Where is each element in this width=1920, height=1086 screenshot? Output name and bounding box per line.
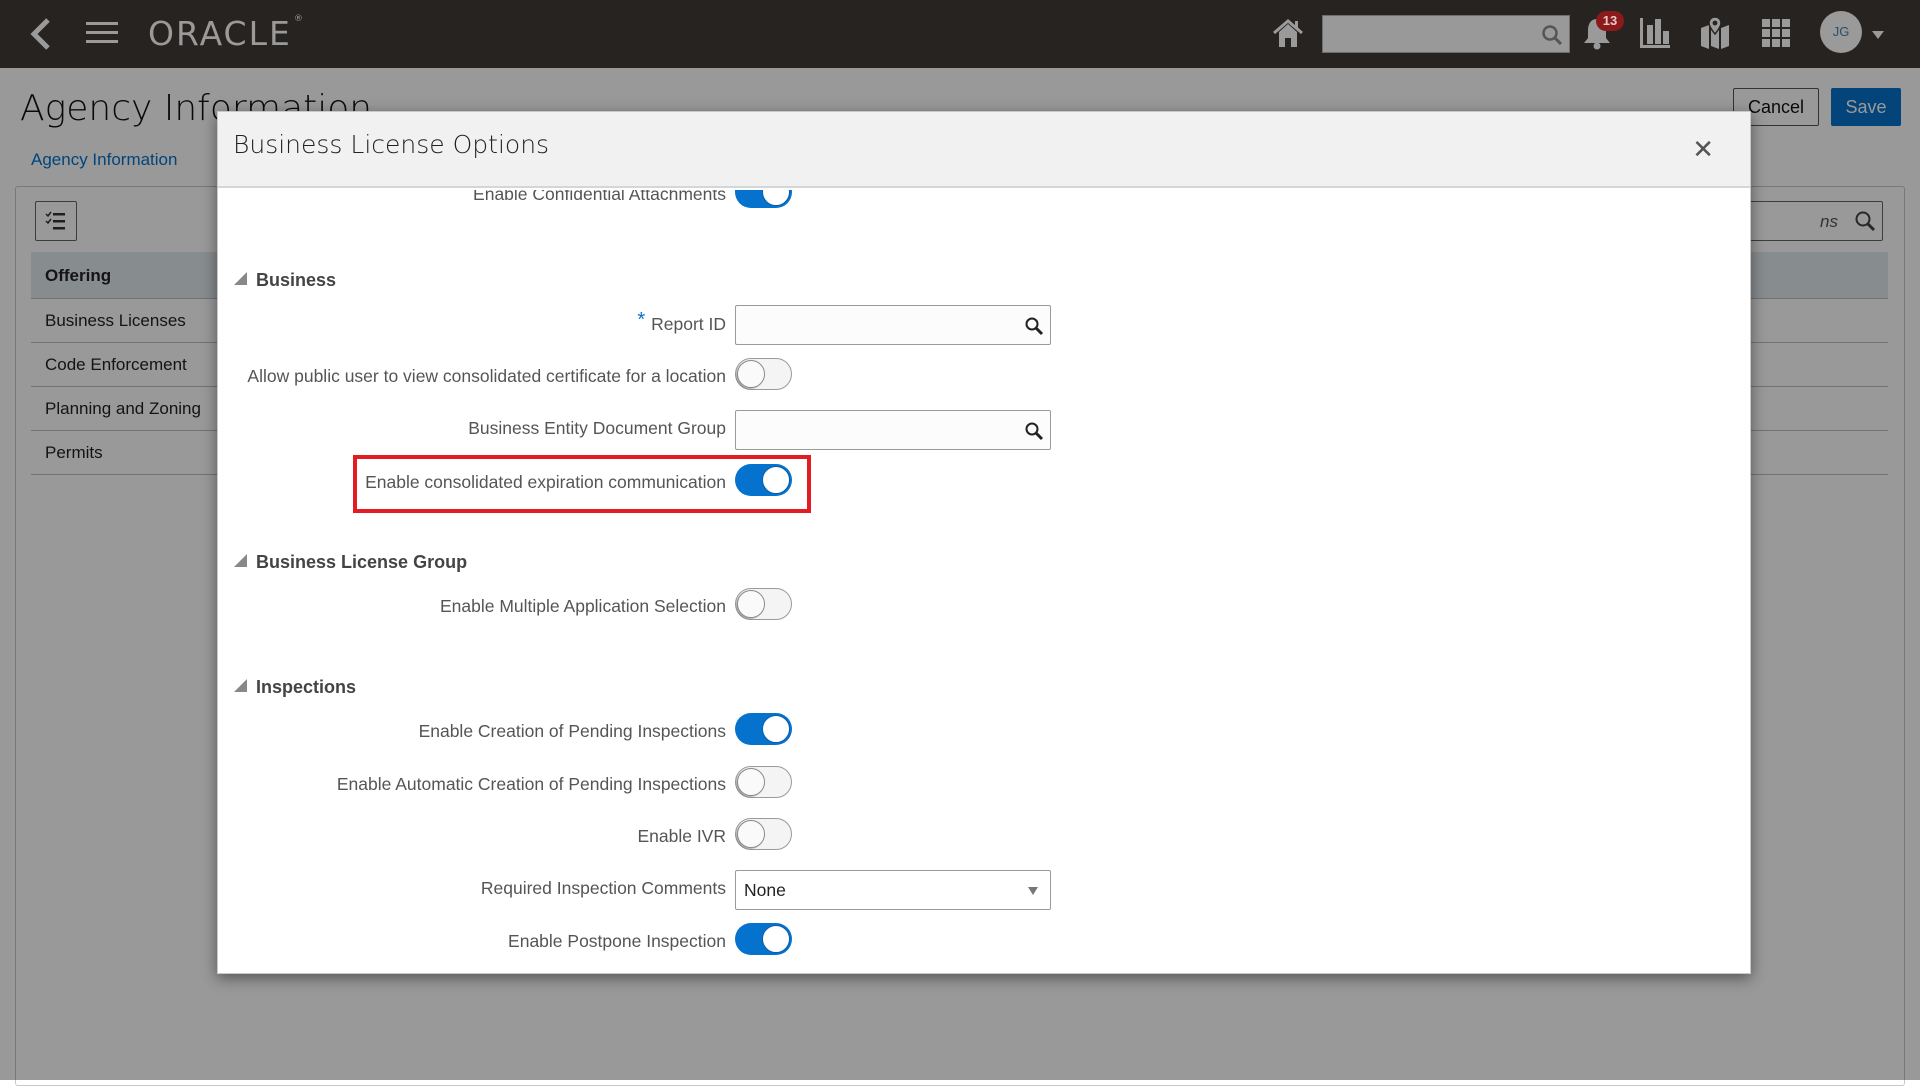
dropdown-arrow-icon xyxy=(1028,887,1038,895)
toggle-knob xyxy=(762,190,790,206)
home-icon[interactable] xyxy=(1272,18,1304,48)
report-id-input[interactable] xyxy=(735,305,1051,345)
search-icon[interactable] xyxy=(1024,421,1044,441)
section-title: Business License Group xyxy=(256,552,468,572)
dialog-body[interactable]: Enable Confidential Attachments Business… xyxy=(218,190,1750,973)
search-icon[interactable] xyxy=(1541,24,1563,46)
analytics-chart-icon[interactable] xyxy=(1638,16,1672,50)
hamburger-menu-icon[interactable] xyxy=(86,22,118,46)
field-label: Enable Creation of Pending Inspections xyxy=(418,721,726,741)
field-label: Allow public user to view consolidated c… xyxy=(247,366,726,386)
toggle-multiple-application-selection[interactable] xyxy=(735,588,792,620)
form-row-postpone-inspection: Enable Postpone Inspection xyxy=(218,923,1750,963)
field-label: Enable Automatic Creation of Pending Ins… xyxy=(336,774,726,794)
toggle-knob xyxy=(762,925,790,953)
dialog-title: Business License Options xyxy=(233,130,550,159)
section-title: Inspections xyxy=(256,677,357,697)
business-entity-document-group-input[interactable] xyxy=(735,410,1051,450)
toggle-enable-ivr[interactable] xyxy=(735,818,792,850)
label-text: Report ID xyxy=(651,314,726,334)
user-menu-caret-icon[interactable] xyxy=(1872,31,1884,39)
required-inspection-comments-select[interactable]: None xyxy=(735,870,1051,910)
section-business[interactable]: Business xyxy=(234,270,336,291)
section-title: Business xyxy=(256,270,337,290)
global-header: ORACLE ® 13 JG xyxy=(0,0,1920,68)
toggle-public-consolidated-certificate[interactable] xyxy=(735,358,792,390)
section-inspections[interactable]: Inspections xyxy=(234,677,356,698)
form-row-creation-pending-inspections: Enable Creation of Pending Inspections xyxy=(218,713,1750,753)
form-row-report-id: * Report ID xyxy=(218,305,1750,345)
selected-value: None xyxy=(744,880,786,900)
chevron-left-icon[interactable] xyxy=(28,16,56,52)
user-avatar[interactable]: JG xyxy=(1820,11,1862,53)
form-row-automatic-creation-pending-inspections: Enable Automatic Creation of Pending Ins… xyxy=(218,766,1750,806)
logo-text: ORACLE xyxy=(148,14,292,53)
business-license-options-dialog: Business License Options ✕ Enable Confid… xyxy=(217,111,1751,974)
field-label: Enable Confidential Attachments xyxy=(473,190,726,204)
registered-mark: ® xyxy=(293,14,305,24)
form-row-enable-ivr: Enable IVR xyxy=(218,818,1750,858)
required-asterisk: * xyxy=(637,309,646,331)
section-business-license-group[interactable]: Business License Group xyxy=(234,552,467,573)
field-label: Enable Multiple Application Selection xyxy=(439,596,726,616)
notifications-count-badge[interactable]: 13 xyxy=(1596,11,1624,31)
form-row-business-entity-document-group: Business Entity Document Group xyxy=(218,410,1750,450)
field-label: Enable IVR xyxy=(637,826,726,846)
collapse-triangle-icon xyxy=(234,272,247,285)
oracle-logo[interactable]: ORACLE ® xyxy=(148,14,305,53)
toggle-knob xyxy=(762,715,790,743)
toggle-knob xyxy=(737,360,765,388)
form-row-confidential-attachments: Enable Confidential Attachments xyxy=(218,190,1750,216)
field-label: Enable Postpone Inspection xyxy=(508,931,726,951)
field-label: Business Entity Document Group xyxy=(468,418,726,438)
app-grid-icon[interactable] xyxy=(1762,19,1790,47)
toggle-knob xyxy=(737,768,765,796)
toggle-automatic-creation-pending-inspections[interactable] xyxy=(735,766,792,798)
form-row-multiple-application-selection: Enable Multiple Application Selection xyxy=(218,588,1750,628)
toggle-creation-pending-inspections[interactable] xyxy=(735,713,792,745)
dialog-header: Business License Options ✕ xyxy=(218,112,1750,188)
form-row-public-consolidated-certificate: Allow public user to view consolidated c… xyxy=(218,358,1750,398)
collapse-triangle-icon xyxy=(234,679,247,692)
highlight-box xyxy=(353,455,811,513)
search-icon[interactable] xyxy=(1024,316,1044,336)
form-row-required-inspection-comments: Required Inspection Comments None xyxy=(218,870,1750,910)
toggle-confidential-attachments[interactable] xyxy=(735,190,792,208)
field-label: * Report ID xyxy=(637,309,726,336)
global-search-input[interactable] xyxy=(1322,15,1570,53)
toggle-knob xyxy=(737,590,765,618)
collapse-triangle-icon xyxy=(234,554,247,567)
close-icon[interactable]: ✕ xyxy=(1692,134,1714,165)
map-icon[interactable] xyxy=(1700,16,1730,50)
field-label: Required Inspection Comments xyxy=(480,878,726,898)
toggle-knob xyxy=(737,820,765,848)
toggle-postpone-inspection[interactable] xyxy=(735,923,792,955)
